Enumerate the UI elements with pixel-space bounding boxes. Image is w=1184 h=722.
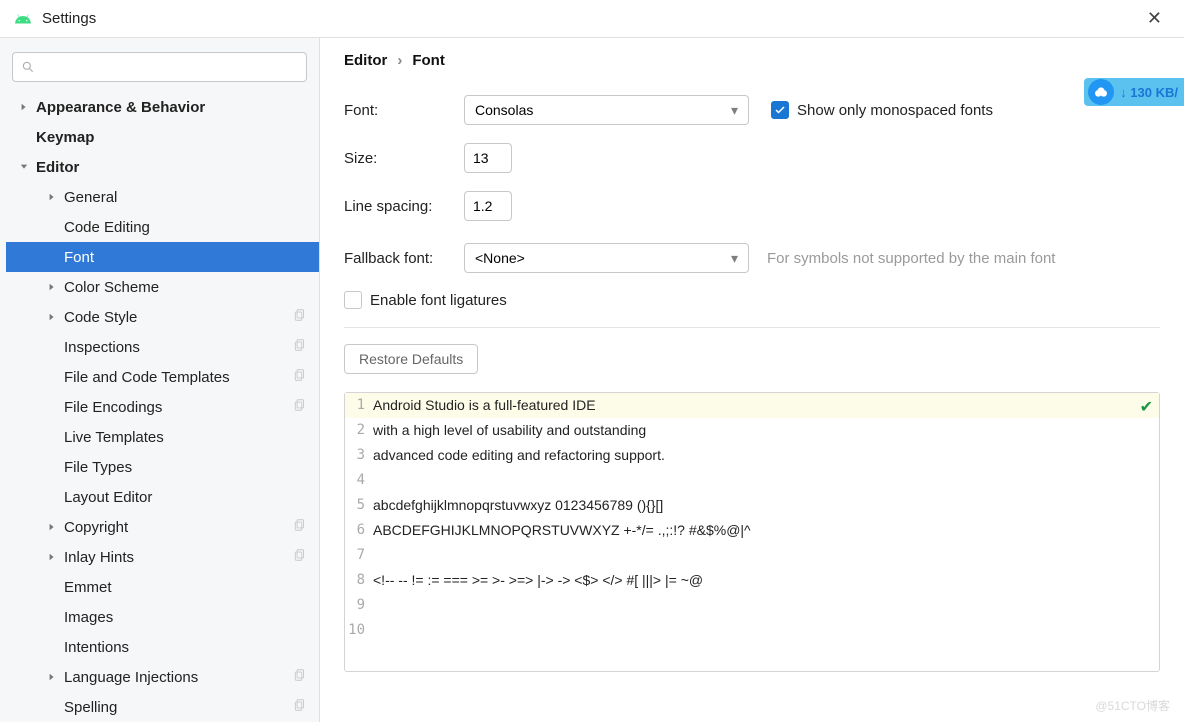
- titlebar: Settings ✕: [0, 0, 1184, 38]
- font-preview: 1Android Studio is a full-featured IDE2w…: [344, 392, 1160, 672]
- preview-line: 7: [345, 543, 1159, 568]
- chevron-right-icon: ›: [397, 52, 402, 69]
- sidebar-item-intentions[interactable]: Intentions: [6, 632, 319, 662]
- preview-line: 9: [345, 593, 1159, 618]
- font-label: Font:: [344, 102, 464, 119]
- sidebar-item-spelling[interactable]: Spelling: [6, 692, 319, 722]
- preview-line: 8<!-- -- != := === >= >- >=> |-> -> <$> …: [345, 568, 1159, 593]
- sidebar-item-layout-editor[interactable]: Layout Editor: [6, 482, 319, 512]
- sidebar: Appearance & BehaviorKeymapEditorGeneral…: [0, 38, 320, 722]
- preview-line: 5abcdefghijklmnopqrstuvwxyz 0123456789 (…: [345, 493, 1159, 518]
- fallback-select[interactable]: <None> ▾: [464, 243, 749, 273]
- chevron-down-icon: ▾: [731, 102, 738, 119]
- sidebar-item-color-scheme[interactable]: Color Scheme: [6, 272, 319, 302]
- preview-line: 3advanced code editing and refactoring s…: [345, 443, 1159, 468]
- sidebar-item-live-templates[interactable]: Live Templates: [6, 422, 319, 452]
- window-title: Settings: [42, 10, 1139, 27]
- fallback-label: Fallback font:: [344, 250, 464, 267]
- preview-line: 6ABCDEFGHIJKLMNOPQRSTUVWXYZ +-*/= .,;:!?…: [345, 518, 1159, 543]
- android-icon: [14, 10, 32, 28]
- sidebar-item-font[interactable]: Font: [6, 242, 319, 272]
- sidebar-item-inlay-hints[interactable]: Inlay Hints: [6, 542, 319, 572]
- sidebar-item-file-types[interactable]: File Types: [6, 452, 319, 482]
- sidebar-item-language-injections[interactable]: Language Injections: [6, 662, 319, 692]
- font-value: Consolas: [475, 102, 533, 118]
- ligatures-checkbox[interactable]: [344, 291, 362, 309]
- sidebar-item-appearance-behavior[interactable]: Appearance & Behavior: [6, 92, 319, 122]
- mono-label: Show only monospaced fonts: [797, 102, 993, 119]
- close-icon[interactable]: ✕: [1139, 4, 1170, 33]
- main-panel: Editor › Font Font: Consolas ▾ Show only…: [320, 38, 1184, 722]
- restore-defaults-button[interactable]: Restore Defaults: [344, 344, 478, 374]
- watermark: @51CTO博客: [1095, 697, 1170, 714]
- preview-line: 1Android Studio is a full-featured IDE: [345, 393, 1159, 418]
- search-icon: [21, 60, 35, 74]
- sidebar-item-editor[interactable]: Editor: [6, 152, 319, 182]
- spacing-input[interactable]: [464, 191, 512, 221]
- check-icon: ✔: [1140, 397, 1153, 417]
- download-speed: 130 KB/: [1130, 85, 1178, 100]
- sidebar-item-code-editing[interactable]: Code Editing: [6, 212, 319, 242]
- chevron-down-icon: ▾: [731, 250, 738, 267]
- sidebar-item-inspections[interactable]: Inspections: [6, 332, 319, 362]
- size-label: Size:: [344, 150, 464, 167]
- preview-line: 4: [345, 468, 1159, 493]
- preview-line: 10: [345, 618, 1159, 643]
- search-field[interactable]: [41, 59, 298, 75]
- search-input[interactable]: [12, 52, 307, 82]
- font-select[interactable]: Consolas ▾: [464, 95, 749, 125]
- sidebar-item-keymap[interactable]: Keymap: [6, 122, 319, 152]
- mono-checkbox[interactable]: [771, 101, 789, 119]
- preview-line: 2with a high level of usability and outs…: [345, 418, 1159, 443]
- down-arrow-icon: ↓: [1120, 85, 1127, 100]
- sidebar-item-emmet[interactable]: Emmet: [6, 572, 319, 602]
- ligatures-label: Enable font ligatures: [370, 292, 507, 309]
- spacing-label: Line spacing:: [344, 198, 464, 215]
- sidebar-item-code-style[interactable]: Code Style: [6, 302, 319, 332]
- download-badge[interactable]: ↓ 130 KB/: [1084, 78, 1184, 106]
- sidebar-item-images[interactable]: Images: [6, 602, 319, 632]
- size-input[interactable]: [464, 143, 512, 173]
- sidebar-item-file-encodings[interactable]: File Encodings: [6, 392, 319, 422]
- breadcrumb: Editor › Font: [344, 52, 1160, 69]
- breadcrumb-root[interactable]: Editor: [344, 52, 387, 69]
- fallback-value: <None>: [475, 250, 525, 266]
- fallback-hint: For symbols not supported by the main fo…: [767, 250, 1055, 267]
- sidebar-item-general[interactable]: General: [6, 182, 319, 212]
- breadcrumb-leaf: Font: [412, 52, 444, 69]
- divider: [344, 327, 1160, 328]
- sidebar-item-file-and-code-templates[interactable]: File and Code Templates: [6, 362, 319, 392]
- sidebar-item-copyright[interactable]: Copyright: [6, 512, 319, 542]
- cloud-icon: [1088, 79, 1114, 105]
- settings-tree: Appearance & BehaviorKeymapEditorGeneral…: [0, 92, 319, 722]
